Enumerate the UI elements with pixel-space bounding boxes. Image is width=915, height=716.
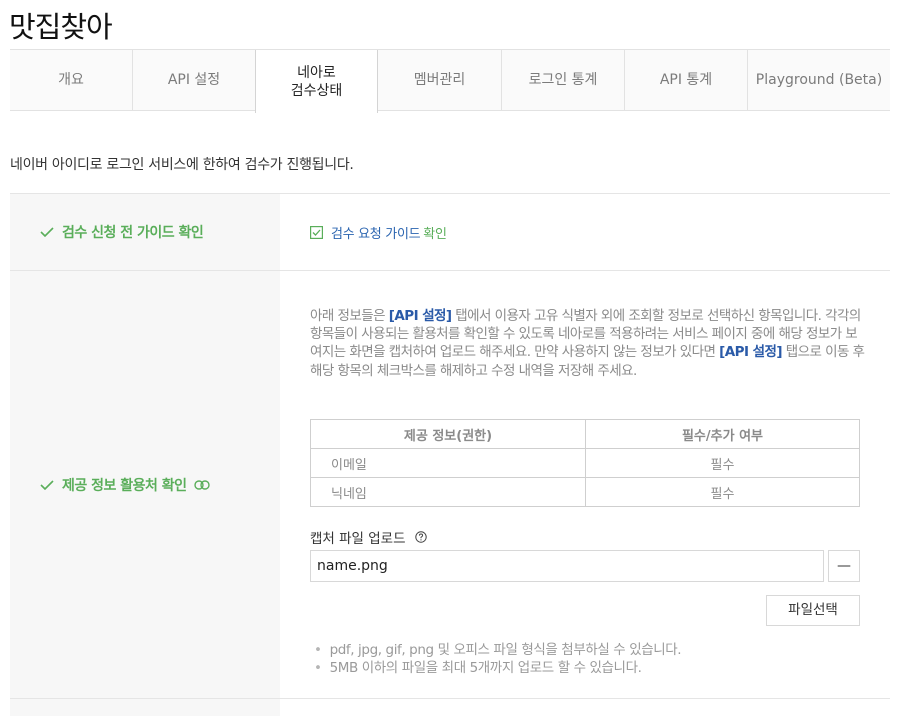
table-header: 제공 정보(권한) <box>310 419 586 449</box>
guide-row-label: 검수 신청 전 가이드 확인 <box>10 194 280 270</box>
usage-row-body: 아래 정보들은 [API 설정] 탭에서 이용자 고유 식별자 외에 조회할 정… <box>280 271 890 698</box>
app-title: 맛집찾아 <box>9 10 113 44</box>
guide-confirm-link[interactable]: 검수 요청 가이드 확인 <box>310 223 447 242</box>
table-cell: 닉네임 <box>310 477 586 507</box>
usage-label-text: 제공 정보 활용처 확인 <box>62 477 187 494</box>
intro-text: 네이버 아이디로 로그인 서비스에 한하여 검수가 진행됩니다. <box>10 157 354 173</box>
tab-login-stats[interactable]: 로그인 통계 <box>501 50 624 110</box>
api-settings-ref: [API 설정] <box>388 308 452 324</box>
link-icon[interactable] <box>193 479 210 490</box>
tab-overview[interactable]: 개요 <box>10 50 132 110</box>
upload-notes: pdf, jpg, gif, png 및 오피스 파일 형식을 첨부하실 수 있… <box>314 641 682 677</box>
review-table: 검수 신청 전 가이드 확인 검수 요청 가이드 확인 제공 정보 활용처 확인 <box>10 193 890 716</box>
guide-link-text[interactable]: 검수 요청 가이드 <box>331 223 421 242</box>
upload-file-field[interactable]: name.png <box>310 550 824 582</box>
tab-member-management[interactable]: 멤버관리 <box>378 50 501 110</box>
tab-api-settings[interactable]: API 설정 <box>132 50 255 110</box>
usage-description: 아래 정보들은 [API 설정] 탭에서 이용자 고유 식별자 외에 조회할 정… <box>310 308 865 379</box>
next-row <box>10 699 890 716</box>
tab-bar: 개요 API 설정 네아로 검수상태 멤버관리 로그인 통계 API 통계 Pl… <box>10 49 890 113</box>
table-header-row: 제공 정보(권한) 필수/추가 여부 <box>310 419 860 449</box>
usage-row-label: 제공 정보 활용처 확인 <box>10 271 280 698</box>
guide-label-text: 검수 신청 전 가이드 확인 <box>62 225 204 241</box>
table-cell: 필수 <box>585 477 860 507</box>
list-item: pdf, jpg, gif, png 및 오피스 파일 형식을 첨부하실 수 있… <box>314 641 682 659</box>
capture-upload-label: 캡처 파일 업로드 <box>310 527 427 547</box>
usage-row: 제공 정보 활용처 확인 아래 정보들은 [API 설정] 탭에서 이용자 고유… <box>10 271 890 699</box>
next-row-body <box>280 699 890 716</box>
guide-link-confirm[interactable]: 확인 <box>423 223 447 242</box>
table-header: 필수/추가 여부 <box>585 419 860 449</box>
tab-playground[interactable]: Playground (Beta) <box>747 50 890 110</box>
check-icon <box>40 479 54 490</box>
provided-info-table: 제공 정보(권한) 필수/추가 여부 이메일 필수 닉네임 필수 <box>310 419 860 507</box>
tab-naver-login-review[interactable]: 네아로 검수상태 <box>255 50 378 113</box>
table-row: 이메일 필수 <box>310 448 860 478</box>
guide-row-body: 검수 요청 가이드 확인 <box>280 194 890 270</box>
table-cell: 필수 <box>585 448 860 478</box>
guide-row: 검수 신청 전 가이드 확인 검수 요청 가이드 확인 <box>10 194 890 271</box>
remove-file-button[interactable]: — <box>828 550 860 582</box>
checkbox-checked-icon[interactable] <box>310 225 323 239</box>
api-settings-ref: [API 설정] <box>719 344 782 361</box>
select-file-button[interactable]: 파일선택 <box>766 595 860 626</box>
table-cell: 이메일 <box>310 448 586 478</box>
help-icon[interactable] <box>414 531 427 543</box>
check-icon <box>40 227 54 237</box>
next-row-label <box>10 699 280 716</box>
list-item: 5MB 이하의 파일을 최대 5개까지 업로드 할 수 있습니다. <box>314 659 681 677</box>
tab-api-stats[interactable]: API 통계 <box>624 50 747 110</box>
table-row: 닉네임 필수 <box>310 477 860 507</box>
